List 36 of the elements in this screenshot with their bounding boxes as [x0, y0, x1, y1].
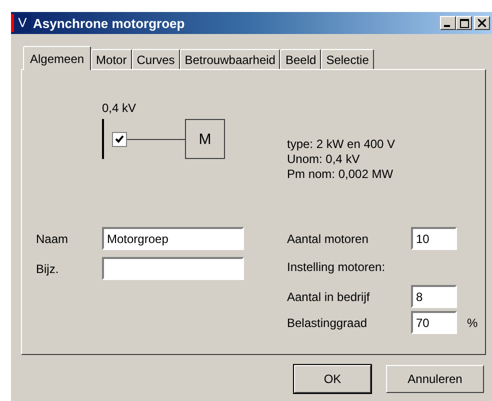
info-text: type: 2 kW en 400 V: [287, 137, 396, 152]
field-label: Bijz.: [36, 262, 60, 276]
text-field[interactable]: [102, 257, 244, 280]
field-label: Belastinggraad: [287, 316, 368, 330]
dialog-button[interactable]: Annuleren: [386, 365, 484, 393]
app-icon: V: [11, 14, 31, 32]
tab[interactable]: Beeld: [280, 49, 322, 69]
field-label: Naam: [36, 232, 70, 246]
number-field[interactable]: 10: [411, 227, 457, 250]
tab[interactable]: Algemeen: [23, 46, 92, 70]
number-field[interactable]: 70: [411, 311, 457, 334]
checkmark-icon: [115, 135, 124, 143]
tab[interactable]: Betrouwbaarheid: [180, 49, 280, 69]
busbar-line: [102, 119, 104, 159]
window-title: Asynchrone motorgroep: [33, 16, 186, 30]
close-icon: [478, 19, 486, 27]
info-text: Unom: 0,4 kV: [287, 152, 361, 167]
connection-line: [127, 138, 185, 140]
minimize-button[interactable]: [440, 16, 456, 30]
field-label: Aantal motoren: [287, 232, 370, 246]
tab[interactable]: Selectie: [321, 49, 374, 69]
voltage-label: 0,4 kV: [102, 101, 138, 115]
unit-label: %: [467, 316, 478, 330]
tab[interactable]: Motor: [91, 49, 132, 69]
section-label: Instelling motoren:: [287, 259, 386, 276]
info-text: Pm nom: 0,002 MW: [287, 167, 394, 182]
maximize-button[interactable]: [456, 16, 472, 30]
switch-checkbox[interactable]: [112, 132, 127, 146]
field-label: Aantal in bedrijf: [287, 290, 371, 304]
dialog-button[interactable]: OK: [294, 365, 371, 393]
number-field[interactable]: 8: [411, 285, 457, 308]
tab[interactable]: Curves: [132, 49, 180, 69]
motor-symbol: M: [185, 119, 225, 159]
maximize-icon: [460, 18, 468, 28]
text-field[interactable]: Motorgroep: [102, 227, 244, 250]
close-button[interactable]: [474, 16, 490, 30]
